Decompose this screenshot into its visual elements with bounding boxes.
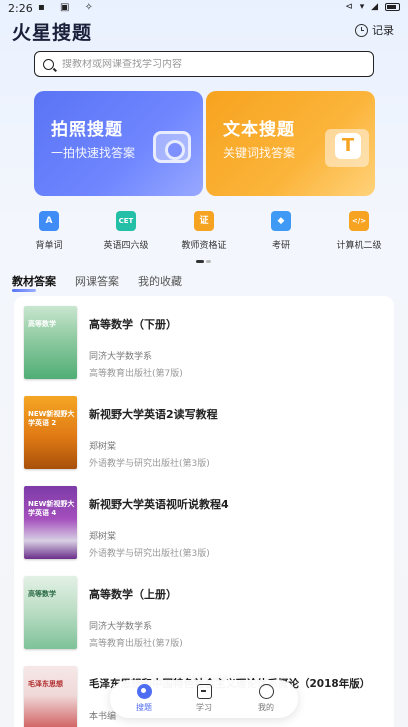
code-icon: </>: [349, 211, 369, 231]
page-dot: [206, 260, 211, 263]
status-time: 2:26: [8, 2, 33, 15]
category-postgrad[interactable]: ◆ 考研: [241, 211, 321, 251]
card-subtitle: 一拍快速找答案: [51, 146, 136, 160]
page-indicator: [196, 260, 212, 263]
cover-title: 高等数学: [28, 590, 56, 598]
book-cover: 高等数学: [24, 306, 77, 379]
app-title: 火星搜题: [12, 22, 93, 44]
cover-title: 高等数学: [28, 320, 56, 328]
photo-search-card[interactable]: 拍照搜题 一拍快速找答案: [34, 91, 203, 196]
record-label: 记录: [372, 24, 394, 37]
text-t-icon: T: [335, 133, 361, 159]
book-cover: NEW新视野大学英语 2: [24, 396, 77, 469]
book-cover: 毛泽东思想: [24, 666, 77, 727]
battery-icon: [385, 3, 400, 11]
book-cover: 高等数学: [24, 576, 77, 649]
bottom-nav: 搜题 学习 我的: [110, 680, 298, 718]
book-author: 同济大学数学系: [89, 622, 153, 632]
cover-title: 毛泽东思想: [28, 680, 63, 688]
list-item[interactable]: 高等数学 高等数学（上册） 同济大学数学系 高等教育出版社(第7版): [14, 566, 394, 656]
status-right-icons: ⊲ ▾ ◢: [345, 2, 400, 12]
category-label: 英语四六级: [103, 241, 149, 251]
search-nav-icon: [136, 684, 152, 699]
book-title: 新视野大学英语2读写教程: [89, 408, 218, 421]
search-input[interactable]: [62, 58, 342, 70]
notification-icons: ▪ ▣ ✧: [38, 2, 99, 13]
book-title: 高等数学（上册）: [89, 588, 177, 601]
card-title: 拍照搜题: [51, 120, 123, 140]
tab-favorites[interactable]: 我的收藏: [138, 273, 182, 289]
page-dot-active: [196, 260, 204, 263]
category-label: 背单词: [35, 241, 63, 251]
book-title: 高等数学（下册）: [89, 318, 177, 331]
cet-icon: CET: [116, 211, 136, 231]
book-title: 新视野大学英语视听说教程4: [89, 498, 229, 511]
book-icon: [196, 684, 212, 699]
camera-icon: [153, 131, 191, 163]
cover-title: NEW新视野大学英语 4: [28, 500, 75, 517]
graduation-cap-icon: ◆: [271, 211, 291, 231]
user-icon: [258, 684, 274, 699]
nav-label: 我的: [258, 703, 274, 712]
book-publisher: 高等教育出版社(第7版): [89, 639, 183, 649]
search-bar[interactable]: [34, 51, 374, 77]
category-computer[interactable]: </> 计算机二级: [319, 211, 399, 251]
vocabulary-icon: A: [39, 211, 59, 231]
book-author: 本书编: [89, 712, 117, 722]
status-bar: 2:26 ▪ ▣ ✧ ⊲ ▾ ◢: [0, 0, 408, 18]
book-author: 郑树棠: [89, 442, 117, 452]
book-publisher: 外语教学与研究出版社(第3版): [89, 459, 210, 469]
category-cet[interactable]: CET 英语四六级: [86, 211, 166, 251]
cover-title: NEW新视野大学英语 2: [28, 410, 75, 427]
book-list: 高等数学 高等数学（下册） 同济大学数学系 高等教育出版社(第7版) NEW新视…: [14, 296, 394, 727]
list-item[interactable]: NEW新视野大学英语 2 新视野大学英语2读写教程 郑树棠 外语教学与研究出版社…: [14, 386, 394, 476]
tab-course-answers[interactable]: 网课答案: [75, 273, 119, 289]
text-search-card[interactable]: 文本搜题 关键词找答案 T: [206, 91, 375, 196]
card-title: 文本搜题: [223, 120, 295, 140]
nav-mine[interactable]: 我的: [246, 684, 286, 713]
book-author: 郑树棠: [89, 532, 117, 542]
book-publisher: 高等教育出版社(第7版): [89, 369, 183, 379]
certificate-icon: 证: [194, 211, 214, 231]
nav-label: 搜题: [136, 703, 152, 712]
book-publisher: 外语教学与研究出版社(第3版): [89, 549, 210, 559]
list-item[interactable]: NEW新视野大学英语 4 新视野大学英语视听说教程4 郑树棠 外语教学与研究出版…: [14, 476, 394, 566]
category-label: 考研: [271, 241, 290, 251]
search-icon: [43, 58, 54, 70]
record-button[interactable]: 记录: [355, 22, 394, 38]
nav-label: 学习: [196, 703, 212, 712]
signal-icons: ⊲ ▾ ◢: [345, 2, 380, 12]
category-row: A 背单词 CET 英语四六级 证 教师资格证 ◆ 考研 </> 计算机二级: [0, 211, 408, 251]
category-vocabulary[interactable]: A 背单词: [9, 211, 89, 251]
book-author: 同济大学数学系: [89, 352, 153, 362]
category-label: 教师资格证: [181, 241, 227, 251]
book-cover: NEW新视野大学英语 4: [24, 486, 77, 559]
category-label: 计算机二级: [336, 241, 382, 251]
nav-study[interactable]: 学习: [184, 684, 224, 713]
category-teacher-cert[interactable]: 证 教师资格证: [164, 211, 244, 251]
card-subtitle: 关键词找答案: [223, 146, 296, 160]
clock-icon: [355, 23, 368, 37]
tab-textbook-answers[interactable]: 教材答案: [12, 273, 56, 292]
content-tabs: 教材答案 网课答案 我的收藏: [12, 273, 182, 292]
nav-search[interactable]: 搜题: [124, 684, 164, 713]
list-item[interactable]: 高等数学 高等数学（下册） 同济大学数学系 高等教育出版社(第7版): [14, 296, 394, 386]
